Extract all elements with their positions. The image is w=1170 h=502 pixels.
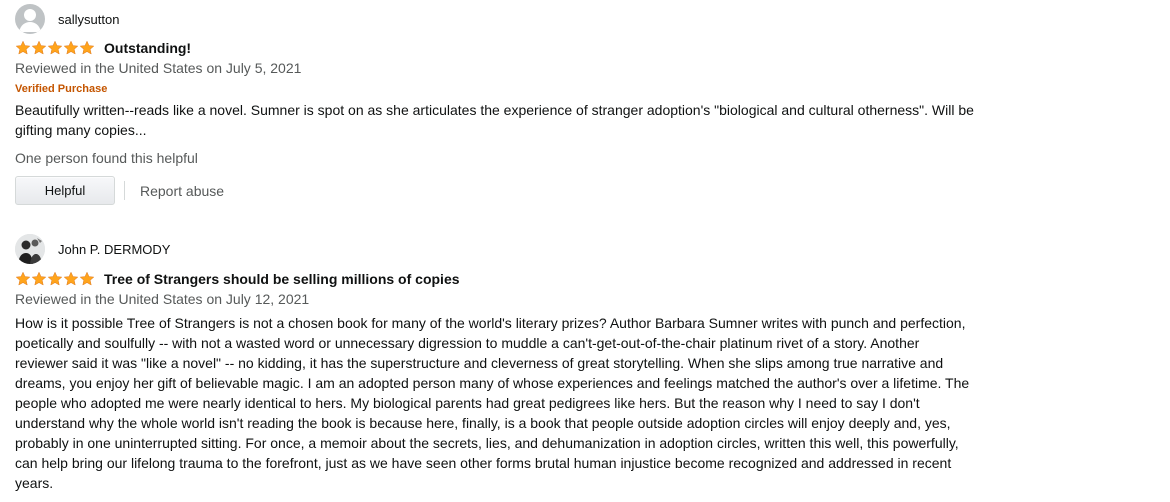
star-icon [31, 271, 47, 286]
star-icon [79, 40, 95, 55]
profile-photo-icon[interactable] [15, 234, 45, 264]
reviewer-profile[interactable]: sallysutton [15, 3, 975, 35]
star-icon [79, 271, 95, 286]
star-icon [63, 40, 79, 55]
review-title[interactable]: Outstanding! [104, 40, 191, 56]
reviewer-name[interactable]: sallysutton [58, 12, 119, 27]
actions-divider [124, 181, 125, 200]
review-title-row: Outstanding! [15, 38, 975, 58]
default-user-avatar-icon[interactable] [15, 4, 45, 34]
review-card: sallysutton Outstanding! Reviewed in the… [15, 3, 975, 205]
star-icon [47, 271, 63, 286]
star-icon [47, 40, 63, 55]
star-icon [15, 271, 31, 286]
review-title-row: Tree of Strangers should be selling mill… [15, 269, 975, 289]
helpful-count: One person found this helpful [15, 150, 198, 166]
star-icon [15, 40, 31, 55]
reviewer-profile[interactable]: John P. DERMODY [15, 233, 975, 265]
five-star-rating[interactable] [15, 271, 95, 287]
star-icon [31, 40, 47, 55]
five-star-rating[interactable] [15, 40, 95, 56]
helpful-button[interactable]: Helpful [15, 176, 115, 205]
review-body: Beautifully written--reads like a novel.… [15, 102, 974, 138]
report-abuse-link[interactable]: Report abuse [140, 183, 224, 199]
star-icon [63, 271, 79, 286]
review-title[interactable]: Tree of Strangers should be selling mill… [104, 271, 460, 287]
review-card: John P. DERMODY Tree of Strangers should… [15, 233, 975, 493]
reviewer-name[interactable]: John P. DERMODY [58, 242, 170, 257]
review-body: How is it possible Tree of Strangers is … [15, 315, 970, 491]
review-date: Reviewed in the United States on July 5,… [15, 60, 302, 76]
review-actions: Helpful Report abuse [15, 176, 975, 205]
verified-purchase-badge[interactable]: Verified Purchase [15, 78, 975, 100]
review-date: Reviewed in the United States on July 12… [15, 291, 310, 307]
